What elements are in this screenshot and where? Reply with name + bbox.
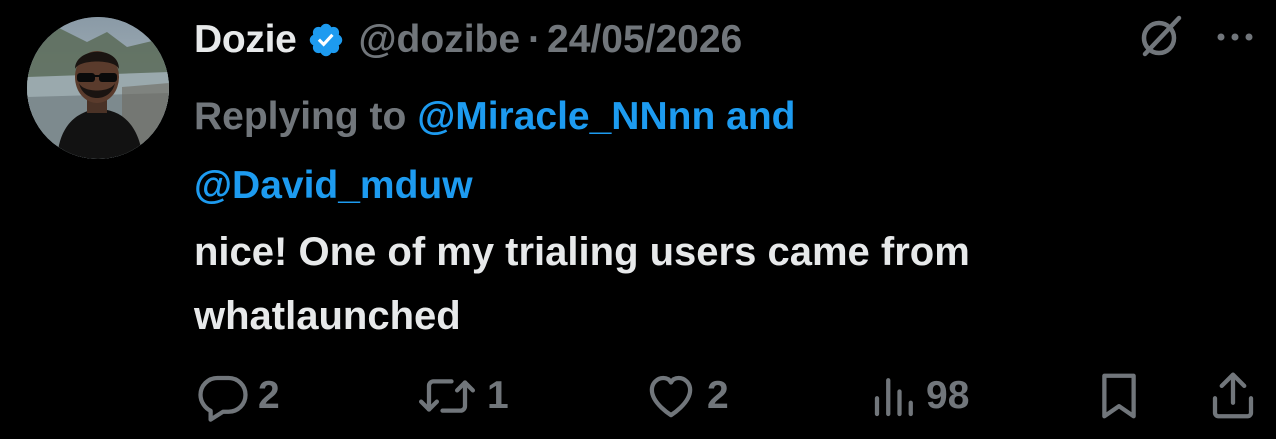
tweet-header: Dozie @dozibe · 24/05/2026 (194, 14, 742, 66)
analytics-bars-icon (874, 378, 913, 417)
heart-icon (649, 375, 693, 418)
mention-link[interactable]: @Miracle_NNnn (417, 95, 715, 138)
separator-dot: · (528, 18, 542, 61)
like-button[interactable]: 2 (643, 364, 729, 428)
replying-to: Replying to @Miracle_NNnn and @David_mdu… (194, 82, 1174, 220)
like-count: 2 (707, 374, 729, 417)
replying-prefix: Replying to (194, 95, 407, 138)
repost-count: 1 (487, 374, 509, 417)
reply-button[interactable]: 2 (196, 364, 280, 428)
share-button[interactable] (1208, 364, 1258, 428)
reply-count: 2 (258, 374, 280, 417)
bookmark-button[interactable] (1095, 364, 1143, 428)
share-upload-icon (1212, 372, 1254, 419)
author-handle[interactable]: @dozibe (359, 18, 521, 62)
bookmark-icon (1102, 373, 1136, 419)
tweet: Dozie @dozibe · 24/05/2026 Replying to @… (0, 0, 1276, 439)
grok-icon[interactable] (1135, 10, 1187, 62)
views-button[interactable]: 98 (872, 364, 969, 428)
verified-badge-icon[interactable] (307, 21, 345, 59)
mention-conjunction: and (726, 95, 796, 138)
more-dots-icon[interactable] (1213, 22, 1257, 52)
mention-link[interactable]: @David_mduw (194, 164, 473, 207)
author-name[interactable]: Dozie (194, 18, 297, 62)
views-count: 98 (926, 374, 970, 417)
action-bar: 2 1 2 98 (0, 364, 1276, 428)
avatar[interactable] (27, 17, 169, 159)
tweet-date[interactable]: 24/05/2026 (547, 18, 742, 62)
tweet-text: nice! One of my trialing users came from… (194, 220, 1214, 348)
repost-arrows-icon (418, 379, 476, 413)
reply-bubble-icon (198, 375, 248, 422)
tweet-text-line: whatlaunched (194, 294, 461, 338)
repost-button[interactable]: 1 (415, 364, 509, 428)
tweet-text-line: nice! One of my trialing users came from (194, 230, 970, 274)
